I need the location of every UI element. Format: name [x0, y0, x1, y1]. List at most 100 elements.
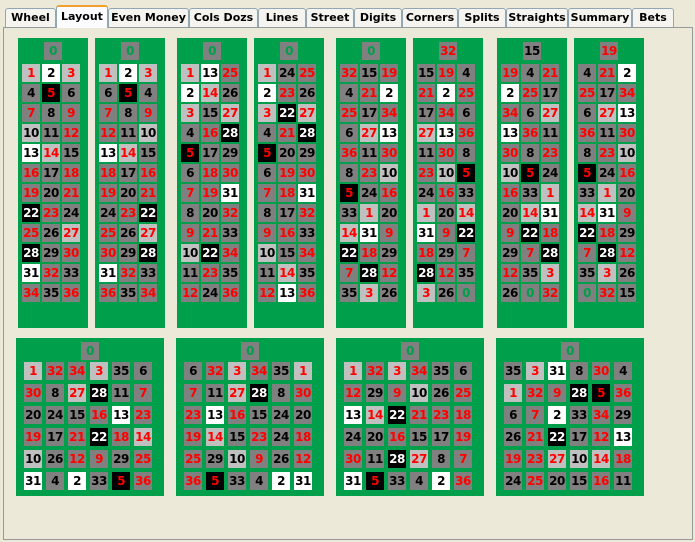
- number-cell[interactable]: 16: [90, 406, 108, 424]
- number-cell[interactable]: 9: [618, 204, 636, 222]
- number-cell[interactable]: 25: [454, 384, 472, 402]
- number-cell[interactable]: 13: [206, 406, 224, 424]
- number-cell[interactable]: 1: [181, 64, 199, 82]
- number-cell[interactable]: 13: [99, 144, 117, 162]
- number-cell[interactable]: 5: [258, 144, 276, 162]
- number-cell[interactable]: 28: [541, 244, 559, 262]
- number-cell[interactable]: 25: [298, 64, 316, 82]
- number-cell[interactable]: 16: [380, 184, 398, 202]
- number-cell[interactable]: 21: [68, 428, 86, 446]
- number-cell[interactable]: 28: [298, 124, 316, 142]
- tab-lines[interactable]: Lines: [258, 8, 306, 27]
- number-cell[interactable]: 8: [181, 204, 199, 222]
- number-cell[interactable]: 17: [119, 164, 137, 182]
- number-cell[interactable]: 33: [521, 184, 539, 202]
- number-cell[interactable]: 15: [360, 64, 378, 82]
- number-cell[interactable]: 4: [578, 64, 596, 82]
- number-cell[interactable]: 1: [504, 384, 522, 402]
- number-cell[interactable]: 24: [417, 184, 435, 202]
- number-cell[interactable]: 19: [437, 64, 455, 82]
- number-cell[interactable]: 12: [380, 264, 398, 282]
- number-cell[interactable]: 28: [598, 244, 616, 262]
- number-cell[interactable]: 15: [410, 428, 428, 446]
- number-cell[interactable]: 30: [62, 244, 80, 262]
- number-cell[interactable]: 24: [201, 284, 219, 302]
- number-cell[interactable]: 27: [68, 384, 86, 402]
- number-cell[interactable]: 29: [298, 144, 316, 162]
- number-cell[interactable]: 25: [526, 472, 544, 490]
- number-cell[interactable]: 26: [618, 264, 636, 282]
- number-cell[interactable]: 19: [99, 184, 117, 202]
- number-cell[interactable]: 19: [380, 64, 398, 82]
- number-cell[interactable]: 27: [221, 104, 239, 122]
- number-cell[interactable]: 34: [22, 284, 40, 302]
- number-cell[interactable]: 36: [184, 472, 202, 490]
- number-cell[interactable]: 28: [360, 264, 378, 282]
- number-cell[interactable]: 0: [457, 284, 475, 302]
- number-cell[interactable]: 11: [541, 124, 559, 142]
- number-cell[interactable]: 11: [366, 450, 384, 468]
- number-cell[interactable]: 36: [340, 144, 358, 162]
- number-cell[interactable]: 20: [366, 428, 384, 446]
- number-cell[interactable]: 6: [504, 406, 522, 424]
- number-cell[interactable]: 11: [360, 144, 378, 162]
- number-cell[interactable]: 0: [241, 342, 259, 360]
- number-cell[interactable]: 36: [521, 124, 539, 142]
- number-cell[interactable]: 7: [457, 244, 475, 262]
- number-cell[interactable]: 16: [618, 164, 636, 182]
- number-cell[interactable]: 8: [119, 104, 137, 122]
- number-cell[interactable]: 22: [278, 104, 296, 122]
- number-cell[interactable]: 14: [206, 428, 224, 446]
- number-cell[interactable]: 32: [340, 64, 358, 82]
- number-cell[interactable]: 33: [457, 184, 475, 202]
- number-cell[interactable]: 1: [22, 64, 40, 82]
- number-cell[interactable]: 15: [250, 406, 268, 424]
- number-cell[interactable]: 25: [578, 84, 596, 102]
- number-cell[interactable]: 28: [139, 244, 157, 262]
- number-cell[interactable]: 16: [388, 428, 406, 446]
- number-cell[interactable]: 33: [570, 406, 588, 424]
- number-cell[interactable]: 10: [139, 124, 157, 142]
- number-cell[interactable]: 4: [139, 84, 157, 102]
- number-cell[interactable]: 30: [618, 124, 636, 142]
- number-cell[interactable]: 2: [501, 84, 519, 102]
- number-cell[interactable]: 31: [298, 184, 316, 202]
- number-cell[interactable]: 0: [121, 42, 139, 60]
- number-cell[interactable]: 21: [526, 428, 544, 446]
- number-cell[interactable]: 8: [570, 362, 588, 380]
- number-cell[interactable]: 15: [417, 64, 435, 82]
- number-cell[interactable]: 18: [62, 164, 80, 182]
- number-cell[interactable]: 1: [541, 184, 559, 202]
- number-cell[interactable]: 34: [501, 104, 519, 122]
- number-cell[interactable]: 11: [614, 472, 632, 490]
- number-cell[interactable]: 5: [592, 384, 610, 402]
- number-cell[interactable]: 17: [598, 84, 616, 102]
- number-cell[interactable]: 31: [22, 264, 40, 282]
- number-cell[interactable]: 35: [272, 362, 290, 380]
- number-cell[interactable]: 8: [258, 204, 276, 222]
- number-cell[interactable]: 25: [22, 224, 40, 242]
- number-cell[interactable]: 34: [592, 406, 610, 424]
- number-cell[interactable]: 32: [298, 204, 316, 222]
- number-cell[interactable]: 13: [614, 428, 632, 446]
- number-cell[interactable]: 4: [22, 84, 40, 102]
- number-cell[interactable]: 22: [139, 204, 157, 222]
- number-cell[interactable]: 31: [221, 184, 239, 202]
- number-cell[interactable]: 24: [541, 164, 559, 182]
- number-cell[interactable]: 14: [521, 204, 539, 222]
- number-cell[interactable]: 10: [380, 164, 398, 182]
- number-cell[interactable]: 6: [457, 104, 475, 122]
- number-cell[interactable]: 31: [360, 224, 378, 242]
- number-cell[interactable]: 26: [298, 84, 316, 102]
- number-cell[interactable]: 28: [221, 124, 239, 142]
- number-cell[interactable]: 26: [119, 224, 137, 242]
- number-cell[interactable]: 36: [62, 284, 80, 302]
- number-cell[interactable]: 18: [112, 428, 130, 446]
- number-cell[interactable]: 21: [541, 64, 559, 82]
- number-cell[interactable]: 18: [417, 244, 435, 262]
- number-cell[interactable]: 36: [134, 472, 152, 490]
- number-cell[interactable]: 9: [90, 450, 108, 468]
- number-cell[interactable]: 2: [272, 472, 290, 490]
- number-cell[interactable]: 18: [201, 164, 219, 182]
- number-cell[interactable]: 4: [614, 362, 632, 380]
